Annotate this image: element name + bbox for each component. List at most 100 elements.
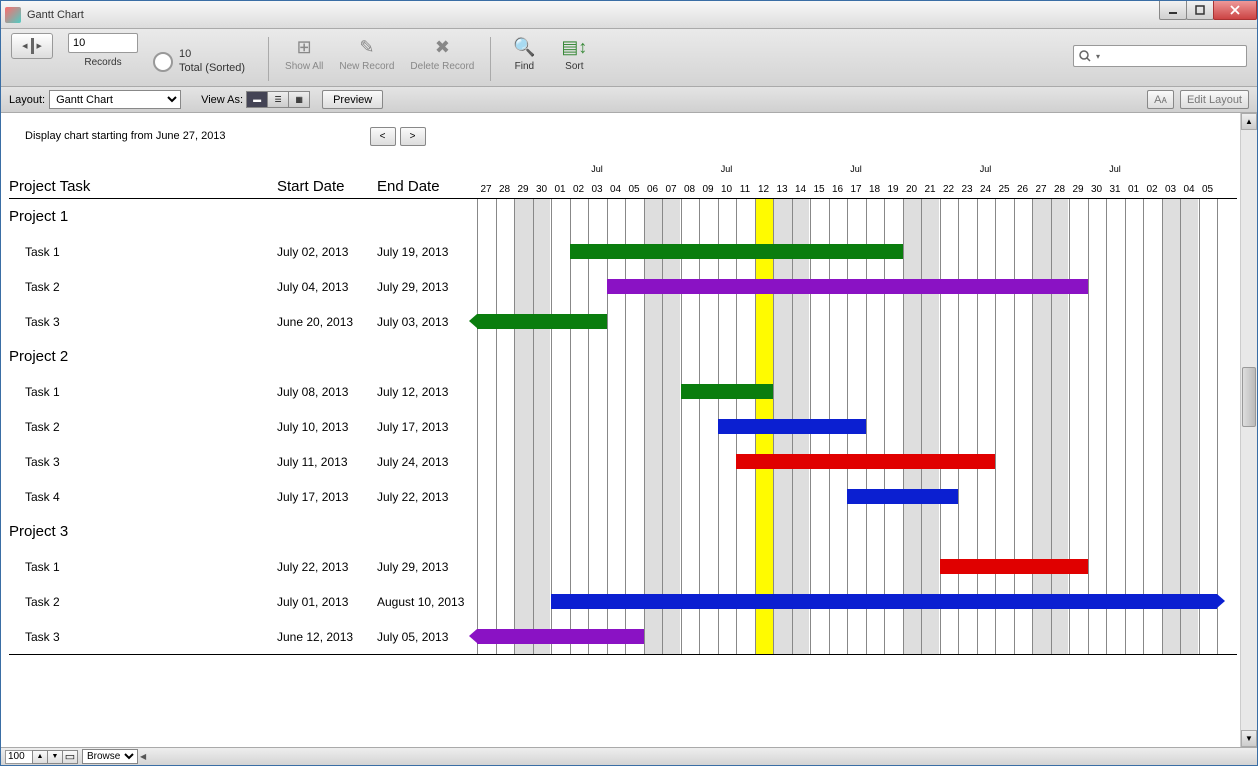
day-label: 03	[588, 184, 606, 195]
end-date: July 29, 2013	[377, 280, 477, 294]
project-row[interactable]: Project 3	[9, 514, 1237, 549]
task-name: Task 3	[9, 455, 277, 469]
day-label: 13	[773, 184, 791, 195]
total-display: 10 Total (Sorted)	[153, 33, 245, 86]
pie-icon	[153, 52, 173, 72]
status-bar: ▲ ▼ ▭ Browse ◀	[1, 747, 1257, 765]
close-button[interactable]	[1213, 1, 1257, 20]
task-row[interactable]: Task 1July 22, 2013July 29, 2013	[9, 549, 1237, 584]
zoom-up-button[interactable]: ▲	[32, 750, 48, 764]
find-icon: 🔍	[512, 35, 536, 59]
col-task-header: Project Task	[9, 178, 277, 198]
start-date: July 10, 2013	[277, 420, 377, 434]
day-label: 16	[829, 184, 847, 195]
end-date: July 29, 2013	[377, 560, 477, 574]
task-row[interactable]: Task 1July 08, 2013July 12, 2013	[9, 374, 1237, 409]
day-label: 26	[1014, 184, 1032, 195]
end-date: July 19, 2013	[377, 245, 477, 259]
view-list-button[interactable]: ☰	[267, 91, 289, 108]
start-date: June 12, 2013	[277, 630, 377, 644]
task-row[interactable]: Task 1July 02, 2013July 19, 2013	[9, 234, 1237, 269]
start-date: July 02, 2013	[277, 245, 377, 259]
start-date: July 11, 2013	[277, 455, 377, 469]
layout-select[interactable]: Gantt Chart	[49, 90, 181, 109]
show-all-button: ⊞ Show All	[277, 33, 331, 86]
app-window: Gantt Chart Records 10 Total (Sorted) ⊞ …	[0, 0, 1258, 766]
start-date: July 08, 2013	[277, 385, 377, 399]
show-all-icon: ⊞	[292, 35, 316, 59]
end-date: July 12, 2013	[377, 385, 477, 399]
day-label: 18	[866, 184, 884, 195]
total-sorted: Total (Sorted)	[179, 62, 245, 75]
delete-record-icon: ✖	[430, 35, 454, 59]
vertical-scrollbar[interactable]: ▲ ▼	[1240, 113, 1257, 747]
titlebar[interactable]: Gantt Chart	[1, 1, 1257, 29]
date-next-button[interactable]: >	[400, 127, 426, 146]
edit-layout-button[interactable]: Edit Layout	[1180, 90, 1249, 109]
search-icon	[1078, 49, 1092, 63]
record-number-input[interactable]	[68, 33, 138, 53]
task-name: Task 4	[9, 490, 277, 504]
record-slider[interactable]	[11, 33, 53, 59]
task-row[interactable]: Task 2July 04, 2013July 29, 2013	[9, 269, 1237, 304]
layout-bar: Layout: Gantt Chart View As: ▬ ☰ ▦ Previ…	[1, 87, 1257, 113]
total-count: 10	[179, 48, 245, 61]
day-label: 02	[1143, 184, 1161, 195]
start-date: July 04, 2013	[277, 280, 377, 294]
format-button[interactable]: Aᴀ	[1147, 90, 1174, 109]
task-row[interactable]: Task 2July 10, 2013July 17, 2013	[9, 409, 1237, 444]
task-row[interactable]: Task 3June 20, 2013July 03, 2013	[9, 304, 1237, 339]
day-label: 05	[625, 184, 643, 195]
zoom-input[interactable]	[5, 750, 33, 764]
month-label: Jul	[977, 164, 995, 174]
zoom-down-button[interactable]: ▼	[47, 750, 63, 764]
task-row[interactable]: Task 3July 11, 2013July 24, 2013	[9, 444, 1237, 479]
sort-button[interactable]: ▤↕ Sort	[549, 33, 599, 86]
delete-record-button: ✖ Delete Record	[402, 33, 482, 86]
month-label: Jul	[847, 164, 865, 174]
content-area: Display chart starting from June 27, 201…	[1, 113, 1257, 747]
task-name: Task 2	[9, 280, 277, 294]
task-name: Task 3	[9, 630, 277, 644]
task-row[interactable]: Task 2July 01, 2013August 10, 2013	[9, 584, 1237, 619]
view-as-label: View As:	[201, 94, 243, 106]
view-form-button[interactable]: ▬	[246, 91, 268, 108]
project-row[interactable]: Project 2	[9, 339, 1237, 374]
scroll-up-arrow-icon[interactable]: ▲	[1241, 113, 1257, 130]
preview-button[interactable]: Preview	[322, 90, 383, 109]
separator	[268, 37, 269, 81]
mode-select[interactable]: Browse	[82, 749, 138, 764]
status-area-button[interactable]: ▭	[62, 750, 78, 764]
day-label: 21	[921, 184, 939, 195]
day-label: 22	[940, 184, 958, 195]
day-label: 01	[551, 184, 569, 195]
day-label: 03	[1162, 184, 1180, 195]
task-name: Project 2	[9, 348, 277, 365]
gantt-sheet: Project Task Start Date End Date 2728293…	[9, 159, 1237, 655]
day-label: 31	[1106, 184, 1124, 195]
gantt-rows: Project 1Task 1July 02, 2013July 19, 201…	[9, 199, 1237, 654]
day-label: 24	[977, 184, 995, 195]
date-prev-button[interactable]: <	[370, 127, 396, 146]
month-label: Jul	[1106, 164, 1124, 174]
chevron-left-icon[interactable]: ◀	[140, 752, 146, 761]
search-input[interactable]: ▾	[1073, 45, 1247, 67]
minimize-button[interactable]	[1159, 1, 1187, 20]
end-date: August 10, 2013	[377, 595, 477, 609]
window-title: Gantt Chart	[27, 9, 84, 21]
project-row[interactable]: Project 1	[9, 199, 1237, 234]
col-start-header: Start Date	[277, 178, 377, 198]
day-label: 25	[995, 184, 1013, 195]
day-label: 08	[681, 184, 699, 195]
day-label: 11	[736, 184, 754, 195]
maximize-button[interactable]	[1186, 1, 1214, 20]
scroll-thumb[interactable]	[1242, 367, 1256, 427]
task-name: Task 2	[9, 595, 277, 609]
start-date: July 01, 2013	[277, 595, 377, 609]
find-button[interactable]: 🔍 Find	[499, 33, 549, 86]
end-date: July 05, 2013	[377, 630, 477, 644]
view-table-button[interactable]: ▦	[288, 91, 310, 108]
task-row[interactable]: Task 4July 17, 2013July 22, 2013	[9, 479, 1237, 514]
task-row[interactable]: Task 3June 12, 2013July 05, 2013	[9, 619, 1237, 654]
scroll-down-arrow-icon[interactable]: ▼	[1241, 730, 1257, 747]
